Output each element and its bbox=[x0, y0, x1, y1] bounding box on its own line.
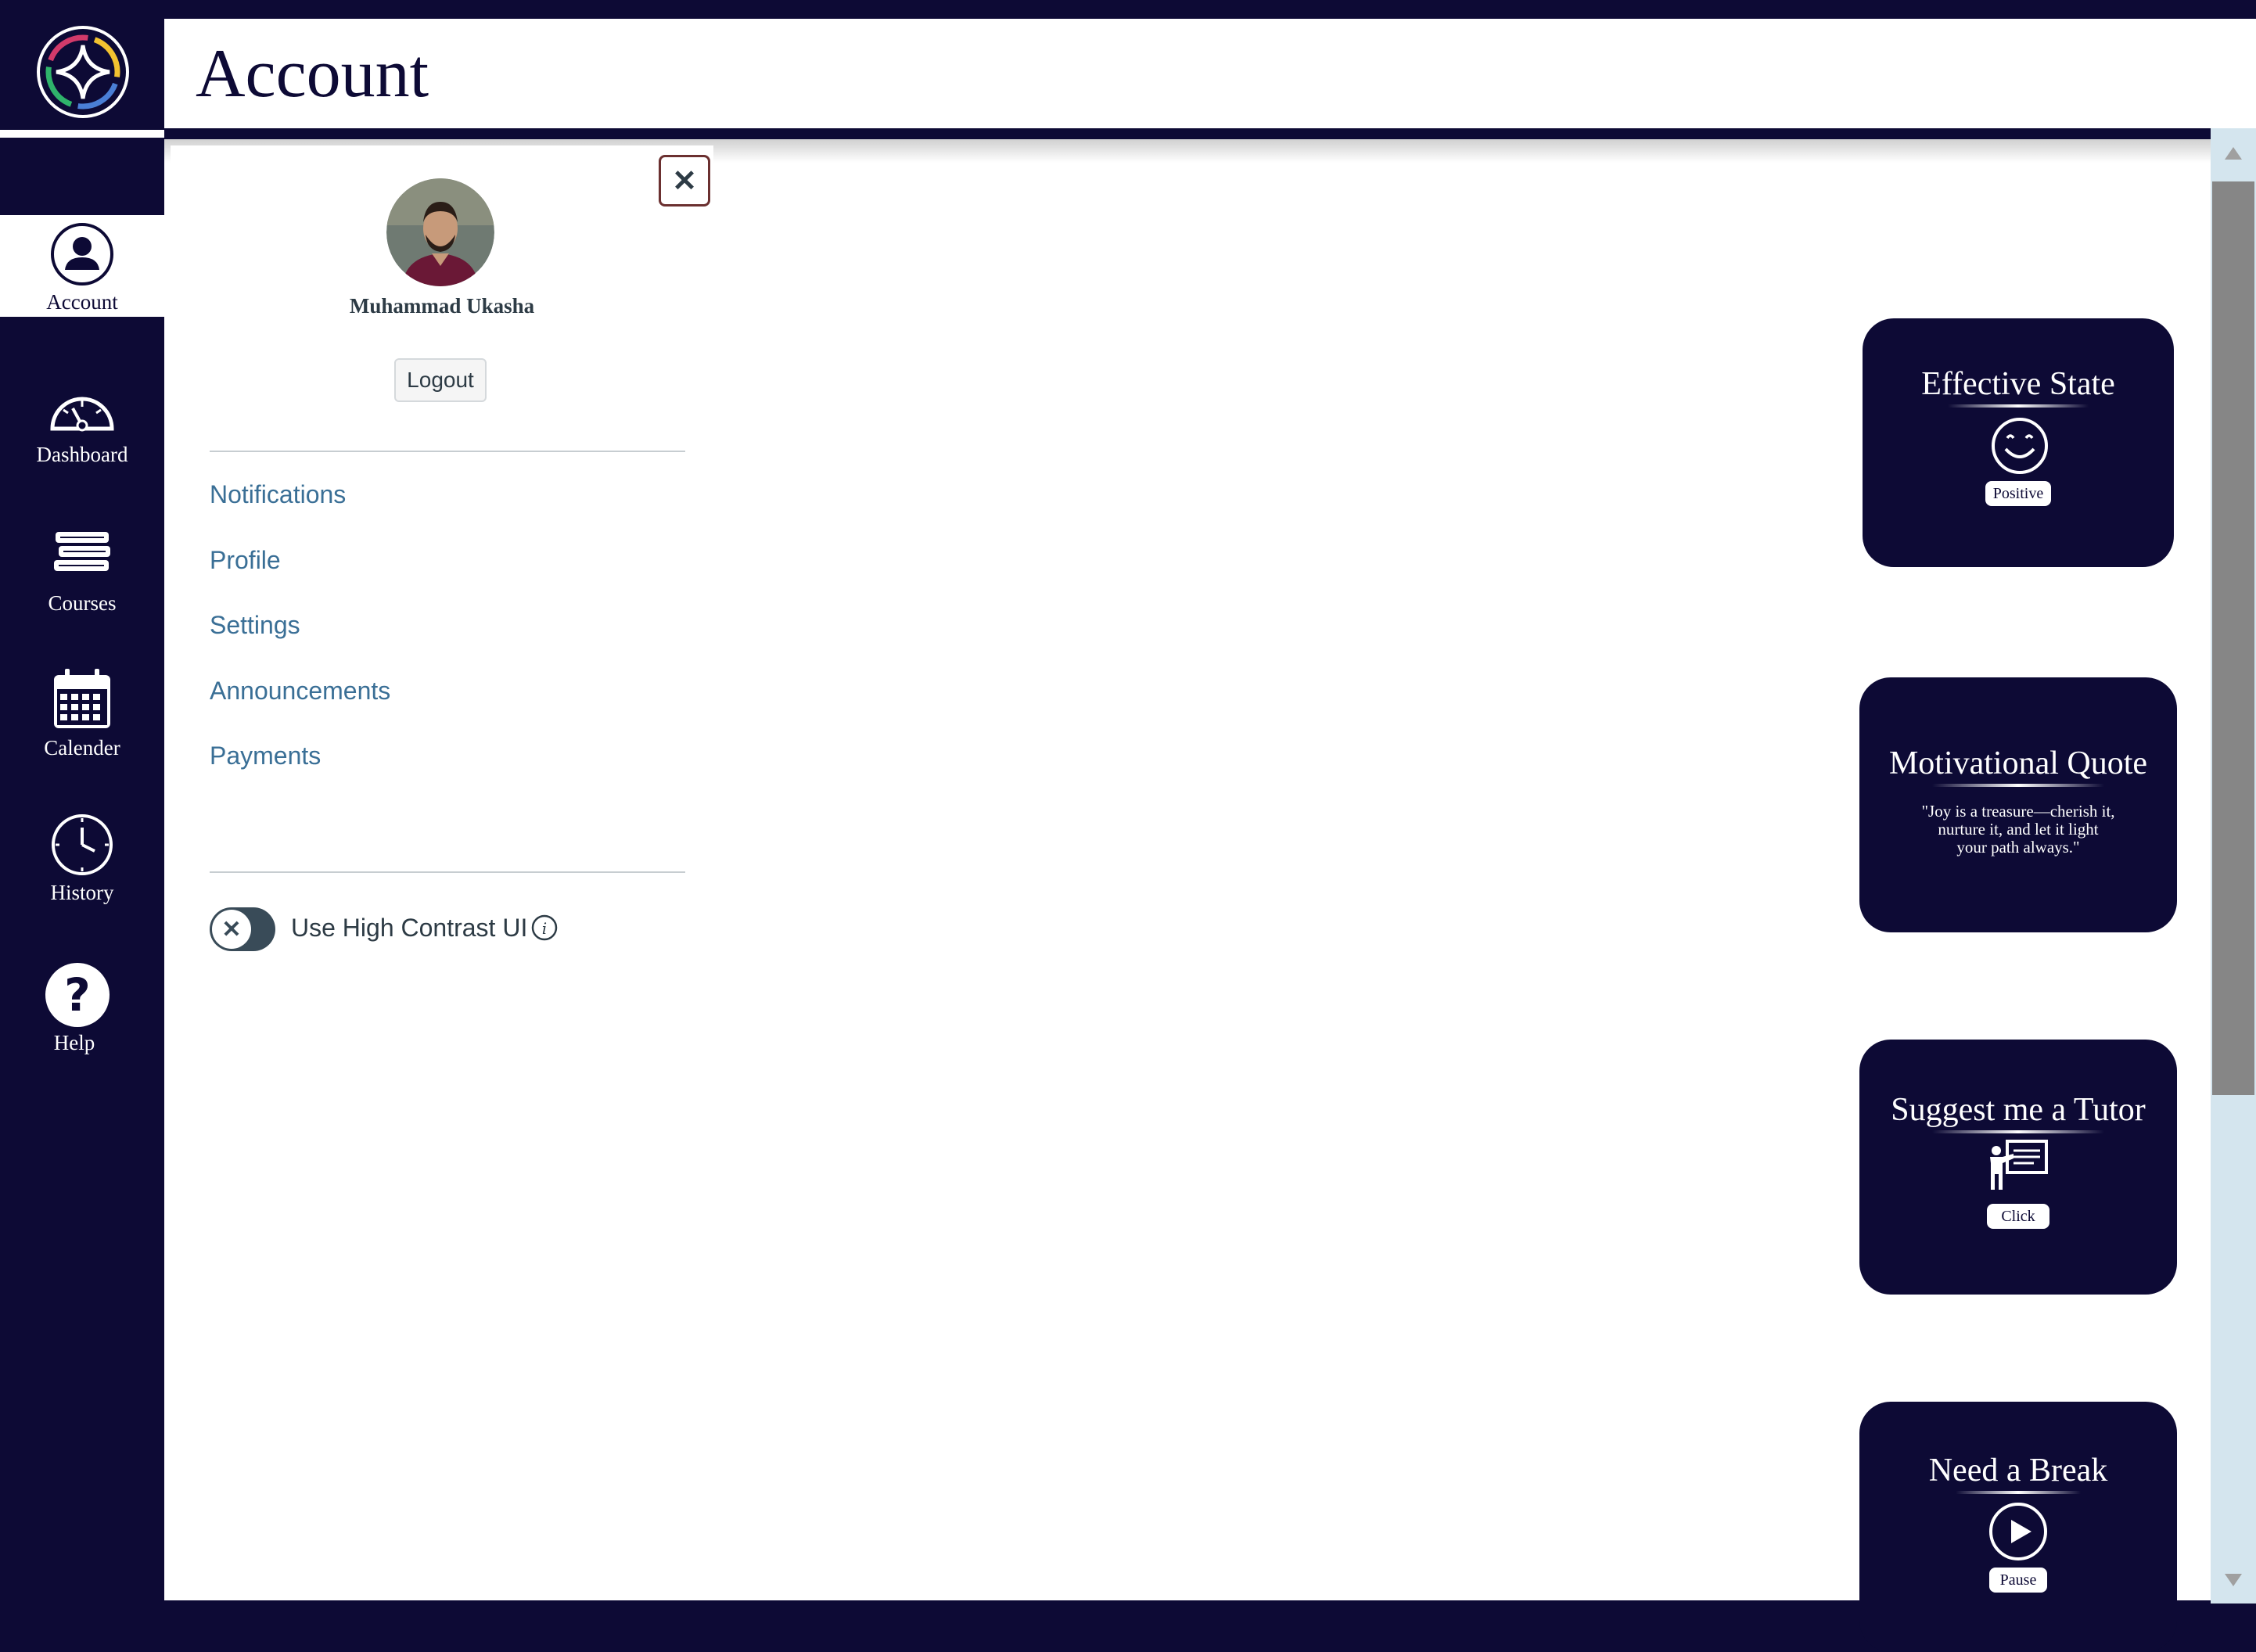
sidebar-item-account[interactable]: Account bbox=[0, 215, 164, 317]
link-notifications[interactable]: Notifications bbox=[210, 480, 346, 509]
sidebar-item-label: Courses bbox=[48, 591, 117, 615]
header-underline bbox=[164, 128, 2211, 139]
card-title: Suggest me a Tutor bbox=[1891, 1092, 2146, 1128]
avatar bbox=[386, 178, 494, 286]
sidebar-item-label: Help bbox=[53, 1031, 95, 1054]
play-icon bbox=[1989, 1503, 2047, 1560]
positive-badge[interactable]: Positive bbox=[1985, 481, 2051, 506]
click-button[interactable]: Click bbox=[1987, 1204, 2049, 1229]
logout-button[interactable]: Logout bbox=[394, 358, 487, 402]
page-header: Account bbox=[164, 19, 2256, 128]
high-contrast-toggle[interactable]: ✕ bbox=[210, 907, 275, 951]
scrollbar-thumb[interactable] bbox=[2212, 181, 2254, 1095]
sidebar-item-dashboard[interactable]: Dashboard bbox=[0, 368, 164, 469]
calendar-icon bbox=[54, 669, 110, 728]
pause-button[interactable]: Pause bbox=[1989, 1568, 2047, 1593]
scroll-down-icon[interactable] bbox=[2211, 1557, 2256, 1602]
title-underline bbox=[1956, 1491, 2081, 1494]
account-tray: ✕ Muhammad Ukasha Logout Notifications P… bbox=[171, 145, 713, 1397]
card-title: Need a Break bbox=[1928, 1453, 2108, 1489]
quote-line: your path always." bbox=[1956, 838, 2080, 857]
card-title: Motivational Quote bbox=[1888, 745, 2148, 781]
sidebar-item-label: Account bbox=[46, 290, 118, 314]
question-icon: ? bbox=[45, 963, 110, 1027]
smiley-icon bbox=[1992, 418, 2048, 474]
link-settings[interactable]: Settings bbox=[210, 611, 300, 640]
teacher-board-icon bbox=[1990, 1140, 2048, 1190]
motivational-quote-card: Motivational Quote "Joy is a treasure—ch… bbox=[1859, 677, 2177, 932]
svg-text:?: ? bbox=[64, 968, 91, 1022]
sidebar: Account Dashboard Courses Calender Histo… bbox=[0, 0, 164, 1604]
sidebar-item-history[interactable]: History bbox=[0, 806, 164, 907]
user-name: Muhammad Ukasha bbox=[349, 294, 535, 318]
app-logo[interactable] bbox=[36, 25, 130, 119]
sidebar-item-calender[interactable]: Calender bbox=[0, 661, 164, 763]
gauge-icon bbox=[50, 397, 114, 432]
card-title: Effective State bbox=[1921, 366, 2115, 402]
sidebar-item-label: Calender bbox=[44, 736, 120, 760]
title-underline bbox=[1932, 784, 2104, 787]
need-break-card[interactable]: Need a Break Pause bbox=[1859, 1402, 2177, 1652]
scroll-up-icon[interactable] bbox=[2211, 130, 2256, 175]
sidebar-item-help[interactable]: ? Help bbox=[0, 956, 164, 1058]
main-content: ✕ Muhammad Ukasha Logout Notifications P… bbox=[164, 139, 2211, 1652]
logo-divider bbox=[0, 130, 164, 138]
link-profile[interactable]: Profile bbox=[210, 546, 281, 575]
divider bbox=[210, 451, 685, 452]
clock-icon bbox=[52, 814, 113, 875]
info-icon[interactable]: i bbox=[530, 914, 559, 942]
sidebar-item-label: History bbox=[50, 881, 114, 904]
sidebar-item-courses[interactable]: Courses bbox=[0, 516, 164, 618]
link-announcements[interactable]: Announcements bbox=[210, 677, 390, 706]
page-title: Account bbox=[196, 36, 429, 112]
close-icon: ✕ bbox=[672, 164, 697, 198]
effective-state-card[interactable]: Effective State Positive bbox=[1863, 318, 2174, 567]
quote-line: "Joy is a treasure—cherish it, bbox=[1921, 802, 2115, 821]
title-underline bbox=[1948, 404, 2089, 408]
user-icon bbox=[51, 223, 113, 286]
close-tray-button[interactable]: ✕ bbox=[659, 155, 710, 206]
books-icon bbox=[54, 532, 110, 571]
link-payments[interactable]: Payments bbox=[210, 742, 321, 770]
divider bbox=[210, 871, 685, 873]
x-icon: ✕ bbox=[212, 910, 251, 949]
title-underline bbox=[1932, 1130, 2104, 1133]
suggest-tutor-card[interactable]: Suggest me a Tutor Click bbox=[1859, 1040, 2177, 1295]
svg-text:i: i bbox=[542, 919, 547, 938]
quote-line: nurture it, and let it light bbox=[1938, 820, 2099, 839]
high-contrast-label: Use High Contrast UI bbox=[291, 914, 528, 942]
sidebar-item-label: Dashboard bbox=[36, 443, 128, 466]
